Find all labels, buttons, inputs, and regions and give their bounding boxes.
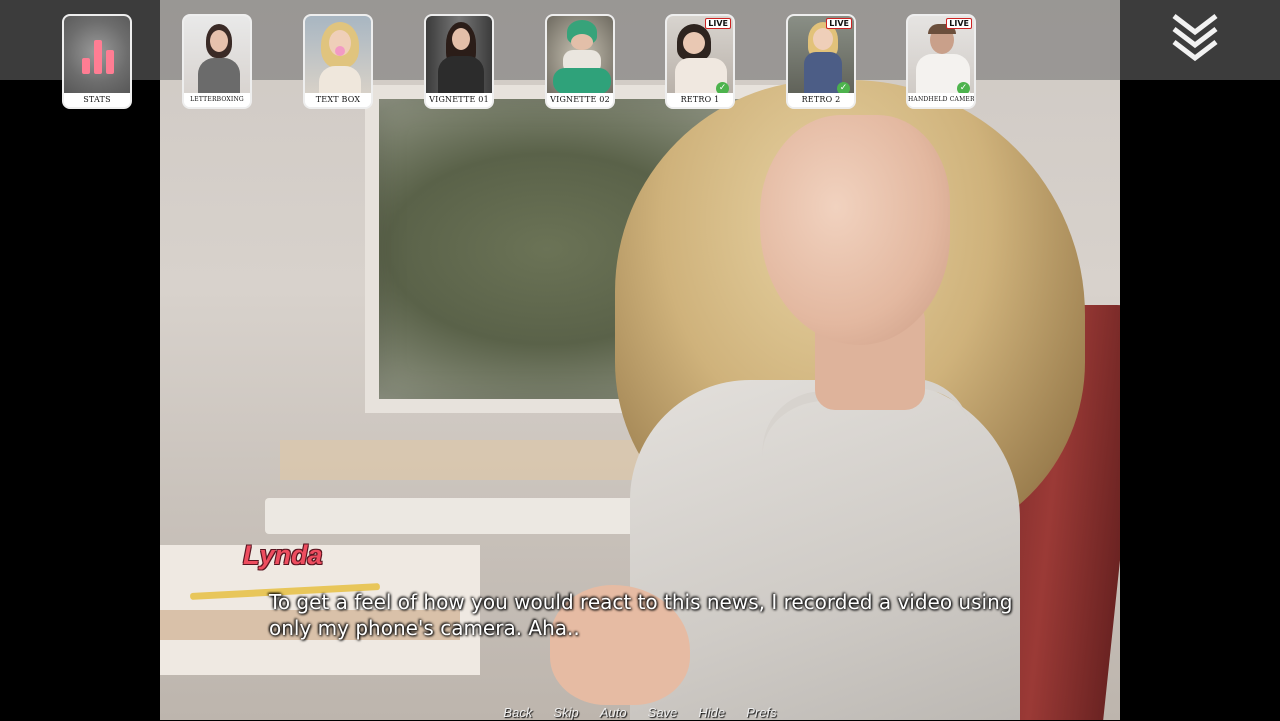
- thumb-label: VIGNETTE 02: [547, 93, 613, 107]
- live-badge: LIVE: [946, 18, 972, 29]
- dialogue-text[interactable]: To get a feel of how you would react to …: [269, 589, 1049, 641]
- prefs-button[interactable]: Prefs: [746, 705, 776, 720]
- skip-button[interactable]: Skip: [553, 705, 578, 720]
- handheld-camera-button[interactable]: LIVE ✓ HANDHELD CAMERA: [906, 14, 976, 109]
- hide-button[interactable]: Hide: [698, 705, 725, 720]
- vignette-01-button[interactable]: VIGNETTE 01: [424, 14, 494, 109]
- thumb-label: TEXT BOX: [305, 93, 371, 107]
- thumb-label: RETRO 1: [667, 93, 733, 107]
- letterboxing-button[interactable]: LETTERBOXING: [182, 14, 252, 109]
- retro-2-button[interactable]: LIVE ✓ RETRO 2: [786, 14, 856, 109]
- letterboxing-thumbnail: [184, 16, 250, 96]
- retro-1-button[interactable]: LIVE ✓ RETRO 1: [665, 14, 735, 109]
- quick-menu: Back Skip Auto Save Hide Prefs: [0, 702, 1280, 720]
- vignette-02-thumbnail: [547, 16, 613, 96]
- stats-thumbnail: [64, 16, 130, 96]
- bar-chart-icon: [82, 34, 116, 74]
- thumb-label: RETRO 2: [788, 93, 854, 107]
- vignette-01-thumbnail: [426, 16, 492, 96]
- thumb-label: STATS: [64, 93, 130, 107]
- back-button[interactable]: Back: [503, 705, 532, 720]
- thumb-label: VIGNETTE 01: [426, 93, 492, 107]
- live-badge: LIVE: [705, 18, 731, 29]
- auto-button[interactable]: Auto: [600, 705, 627, 720]
- text-box-button[interactable]: TEXT BOX: [303, 14, 373, 109]
- live-badge: LIVE: [826, 18, 852, 29]
- thumb-label: LETTERBOXING: [184, 93, 250, 107]
- back-desk: [265, 498, 685, 534]
- vignette-02-button[interactable]: VIGNETTE 02: [545, 14, 615, 109]
- speaker-name: Lynda: [243, 540, 323, 570]
- save-button[interactable]: Save: [648, 705, 678, 720]
- thumb-label: HANDHELD CAMERA: [908, 93, 974, 107]
- text-box-thumbnail: [305, 16, 371, 96]
- triple-chevron-down-icon[interactable]: [1170, 12, 1220, 64]
- stats-button[interactable]: STATS: [62, 14, 132, 109]
